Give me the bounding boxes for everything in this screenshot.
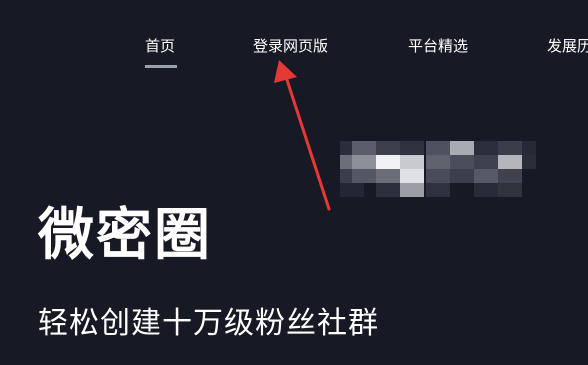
mosaic-cell: [352, 169, 376, 183]
mosaic-cell: [498, 183, 522, 197]
mosaic-cell: [376, 169, 400, 183]
hero-subtitle: 轻松创建十万级粉丝社群: [38, 306, 379, 341]
mosaic-cell: [450, 155, 474, 169]
mosaic-cell: [474, 169, 498, 183]
mosaic-cell: [426, 141, 450, 155]
mosaic-cell: [474, 155, 498, 169]
mosaic-cell: [426, 169, 450, 183]
mosaic-cell: [400, 141, 424, 155]
nav-item-login-web[interactable]: 登录网页版: [253, 36, 328, 56]
mosaic-cell: [376, 155, 400, 169]
mosaic-cell: [400, 169, 424, 183]
mosaic-cell: [400, 155, 424, 169]
mosaic-cell: [400, 183, 424, 197]
mosaic-cell: [376, 141, 400, 155]
mosaic-cell: [498, 141, 522, 155]
mosaic-cell: [450, 141, 474, 155]
top-nav: 首页 登录网页版 平台精选 发展历: [0, 0, 588, 80]
nav-item-history[interactable]: 发展历: [547, 36, 588, 56]
mosaic-cell: [426, 183, 450, 197]
mosaic-cell: [376, 183, 400, 197]
mosaic-cell: [498, 155, 522, 169]
mosaic-cell: [426, 155, 450, 169]
mosaic-cell: [450, 169, 474, 183]
hero-title: 微密圈: [38, 203, 212, 268]
mosaic-cell: [340, 183, 364, 197]
page: 首页 登录网页版 平台精选 发展历 微密圈 轻松创建十万级粉丝社群: [0, 0, 588, 365]
mosaic-cell: [352, 155, 376, 169]
pixelated-redaction: [340, 141, 540, 201]
mosaic-cell: [522, 155, 536, 169]
mosaic-cell: [352, 141, 376, 155]
mosaic-cell: [474, 183, 498, 197]
annotation-arrow-shaft: [285, 78, 331, 211]
mosaic-cell: [474, 141, 498, 155]
nav-item-featured[interactable]: 平台精选: [408, 36, 468, 56]
mosaic-cell: [522, 141, 536, 155]
nav-active-indicator: [145, 65, 177, 68]
nav-item-home[interactable]: 首页: [145, 36, 175, 56]
mosaic-cell: [498, 169, 522, 183]
